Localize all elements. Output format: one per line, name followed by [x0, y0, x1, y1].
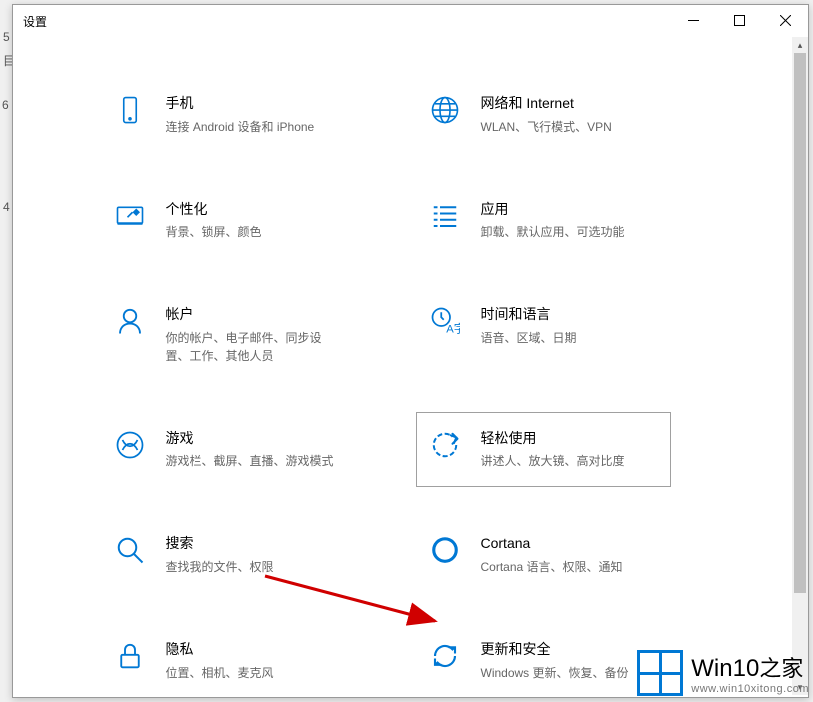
apps-card[interactable]: 应用 卸载、默认应用、可选功能 — [416, 183, 671, 259]
watermark-url: www.win10xitong.com — [691, 683, 809, 695]
card-title: 搜索 — [166, 534, 343, 554]
card-subtitle: 连接 Android 设备和 iPhone — [166, 118, 343, 136]
card-title: 网络和 Internet — [481, 94, 658, 114]
card-title: 应用 — [481, 200, 658, 220]
maximize-icon — [734, 15, 745, 26]
update-security-card[interactable]: 更新和安全 Windows 更新、恢复、备份 — [416, 623, 671, 697]
close-button[interactable] — [762, 5, 808, 35]
apps-icon — [429, 200, 461, 232]
card-subtitle: WLAN、飞行模式、VPN — [481, 118, 658, 136]
scrollbar[interactable]: ▴ ▾ — [792, 37, 808, 695]
scroll-up-arrow[interactable]: ▴ — [792, 37, 808, 53]
search-icon — [114, 534, 146, 566]
windows-logo-icon — [637, 650, 683, 696]
card-subtitle: 讲述人、放大镜、高对比度 — [481, 452, 658, 470]
card-title: 轻松使用 — [481, 429, 658, 449]
card-title: 更新和安全 — [481, 640, 658, 660]
phone-card[interactable]: 手机 连接 Android 设备和 iPhone — [101, 77, 356, 153]
card-title: 帐户 — [166, 305, 343, 325]
ease-of-access-card[interactable]: 轻松使用 讲述人、放大镜、高对比度 — [416, 412, 671, 488]
titlebar[interactable]: 设置 — [13, 5, 808, 37]
cortana-icon — [429, 534, 461, 566]
privacy-icon — [114, 640, 146, 672]
minimize-button[interactable] — [670, 5, 716, 35]
minimize-icon — [688, 15, 699, 26]
network-icon — [429, 94, 461, 126]
personalization-icon — [114, 200, 146, 232]
card-subtitle: Windows 更新、恢复、备份 — [481, 664, 658, 682]
phone-icon — [114, 94, 146, 126]
card-subtitle: 你的帐户、电子邮件、同步设置、工作、其他人员 — [166, 329, 343, 365]
gaming-icon — [114, 429, 146, 461]
background-fragment: 5 目 6 4 — [0, 0, 12, 200]
gaming-card[interactable]: 游戏 游戏栏、截屏、直播、游戏模式 — [101, 412, 356, 488]
search-card[interactable]: 搜索 查找我的文件、权限 — [101, 517, 356, 593]
settings-content: 手机 连接 Android 设备和 iPhone 网络和 Internet WL… — [13, 37, 808, 697]
privacy-card[interactable]: 隐私 位置、相机、麦克风 — [101, 623, 356, 697]
window-title: 设置 — [23, 13, 47, 30]
card-subtitle: 位置、相机、麦克风 — [166, 664, 343, 682]
ease-of-access-icon — [429, 429, 461, 461]
accounts-card[interactable]: 帐户 你的帐户、电子邮件、同步设置、工作、其他人员 — [101, 288, 356, 382]
window-controls — [670, 5, 808, 35]
update-security-icon — [429, 640, 461, 672]
card-title: 时间和语言 — [481, 305, 658, 325]
settings-window: 设置 手机 连接 Android 设备和 iPhone — [12, 4, 809, 698]
card-title: 隐私 — [166, 640, 343, 660]
network-card[interactable]: 网络和 Internet WLAN、飞行模式、VPN — [416, 77, 671, 153]
card-subtitle: 语音、区域、日期 — [481, 329, 658, 347]
card-subtitle: 游戏栏、截屏、直播、游戏模式 — [166, 452, 343, 470]
close-icon — [780, 15, 791, 26]
watermark: Win10之家 www.win10xitong.com — [637, 650, 809, 696]
card-subtitle: 查找我的文件、权限 — [166, 558, 343, 576]
card-title: Cortana — [481, 534, 658, 554]
card-title: 手机 — [166, 94, 343, 114]
personalization-card[interactable]: 个性化 背景、锁屏、颜色 — [101, 183, 356, 259]
time-language-icon: A字 — [429, 305, 461, 337]
accounts-icon — [114, 305, 146, 337]
cortana-card[interactable]: Cortana Cortana 语言、权限、通知 — [416, 517, 671, 593]
card-subtitle: 卸载、默认应用、可选功能 — [481, 223, 658, 241]
card-title: 游戏 — [166, 429, 343, 449]
scrollbar-thumb[interactable] — [794, 53, 806, 593]
watermark-title: Win10之家 — [691, 651, 809, 683]
svg-text:A字: A字 — [446, 321, 460, 335]
card-title: 个性化 — [166, 200, 343, 220]
settings-grid: 手机 连接 Android 设备和 iPhone 网络和 Internet WL… — [91, 67, 731, 697]
card-subtitle: Cortana 语言、权限、通知 — [481, 558, 658, 576]
card-subtitle: 背景、锁屏、颜色 — [166, 223, 343, 241]
maximize-button[interactable] — [716, 5, 762, 35]
time-language-card[interactable]: A字 时间和语言 语音、区域、日期 — [416, 288, 671, 382]
